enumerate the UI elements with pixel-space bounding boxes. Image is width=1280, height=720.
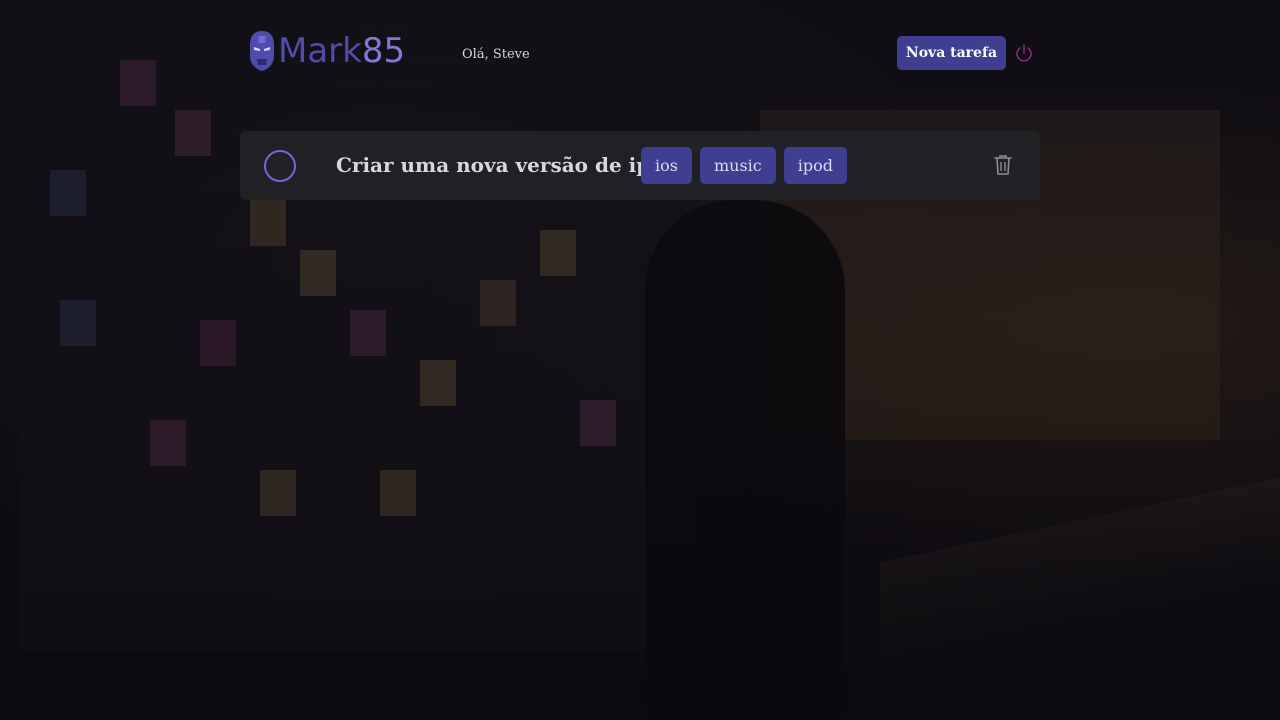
task-title: Criar uma nova versão de ipod: [336, 153, 678, 177]
new-task-button[interactable]: Nova tarefa: [897, 36, 1006, 70]
logo[interactable]: Mark85: [248, 30, 405, 72]
task-item: Criar uma nova versão de ipod ios music …: [240, 131, 1040, 200]
tag: ipod: [783, 147, 847, 184]
logo-number: 85: [361, 31, 406, 71]
tag: ios: [641, 147, 692, 184]
tag: music: [699, 147, 776, 184]
task-checkbox[interactable]: [264, 150, 296, 182]
logo-text: Mark: [278, 31, 362, 71]
task-tags: ios music ipod: [641, 147, 847, 184]
header: Mark85 Olá, Steve Nova tarefa: [248, 30, 1034, 76]
trash-icon[interactable]: [993, 154, 1013, 176]
power-icon[interactable]: [1015, 43, 1033, 63]
logo-wordmark: Mark85: [278, 30, 405, 72]
user-greeting: Olá, Steve: [462, 47, 530, 62]
background-overlay: [0, 0, 1280, 720]
iron-man-helmet-icon: [250, 31, 274, 71]
